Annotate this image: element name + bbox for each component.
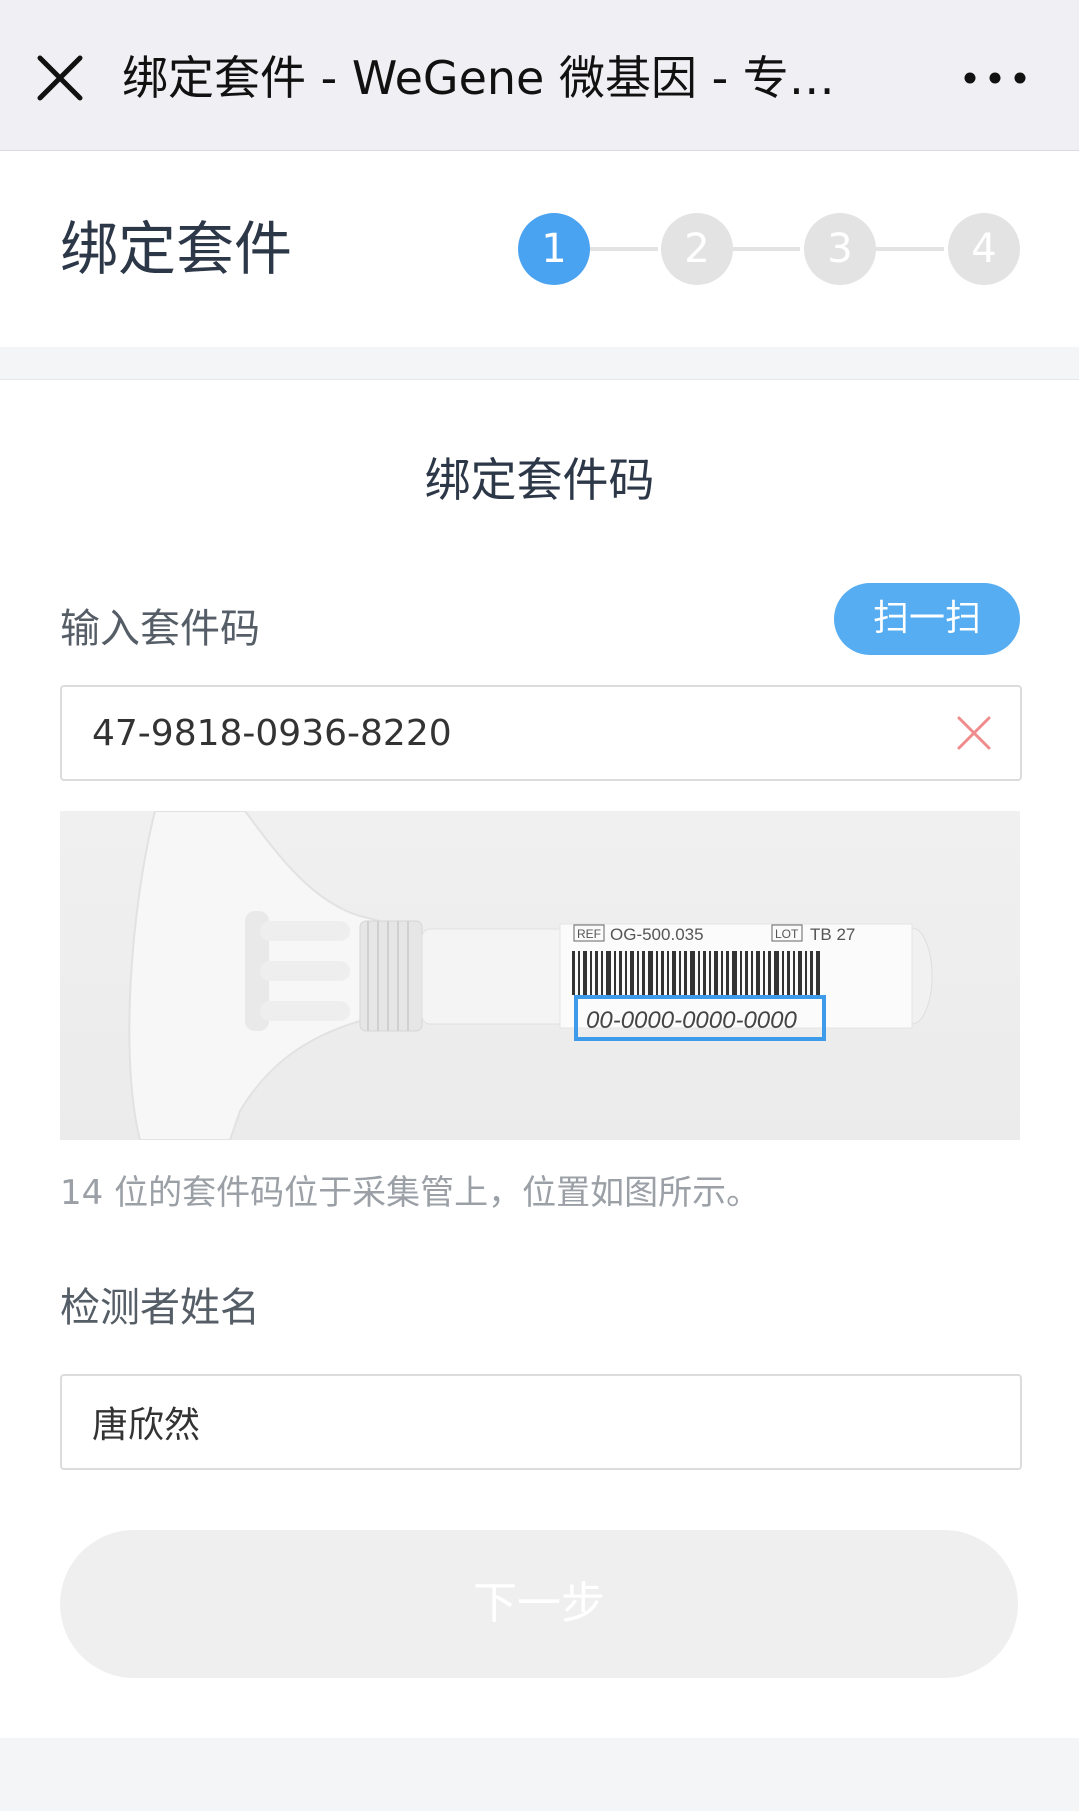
more-icon[interactable]: [960, 60, 1030, 96]
section-title: 绑定套件码: [424, 453, 655, 507]
kit-code-example: 00-0000-0000-0000: [586, 1007, 797, 1034]
header-card: 绑定套件 1 2 3 4: [0, 151, 1079, 347]
close-icon[interactable]: [34, 52, 86, 104]
lot-label: LOT: [775, 927, 799, 941]
lot-code: TB 27: [810, 925, 855, 944]
nav-title: 绑定套件 - WeGene 微基因 - 专…: [122, 51, 835, 105]
kit-code-hint: 14 位的套件码位于采集管上，位置如图所示。: [60, 1173, 761, 1213]
step-connector: [864, 247, 944, 251]
kit-code-label: 输入套件码: [60, 606, 260, 652]
form-card: 绑定套件码 输入套件码 扫一扫 47-9818-0936-8220 REF OG…: [0, 379, 1079, 1738]
ref-code: OG-500.035: [610, 925, 704, 944]
kit-code-input[interactable]: [92, 687, 912, 779]
scan-button[interactable]: 扫一扫: [834, 583, 1020, 655]
ref-label: REF: [577, 927, 601, 941]
stepper: 1 2 3 4: [518, 213, 1020, 285]
page-title: 绑定套件: [60, 215, 293, 283]
next-step-button[interactable]: 下一步: [60, 1530, 1018, 1678]
step-3: 3: [804, 213, 876, 285]
clear-icon[interactable]: [956, 715, 992, 751]
tester-name-field: [60, 1374, 1022, 1470]
kit-code-field: [60, 685, 1022, 781]
collection-tube-image: REF OG-500.035 LOT TB 27 00-0000-0000-00…: [60, 811, 1020, 1140]
step-1: 1: [518, 213, 590, 285]
step-connector: [578, 247, 658, 251]
step-4: 4: [948, 213, 1020, 285]
tester-name-label: 检测者姓名: [60, 1285, 260, 1331]
step-2: 2: [661, 213, 733, 285]
top-nav-bar: 绑定套件 - WeGene 微基因 - 专…: [0, 0, 1079, 151]
tester-name-input[interactable]: [92, 1376, 912, 1468]
